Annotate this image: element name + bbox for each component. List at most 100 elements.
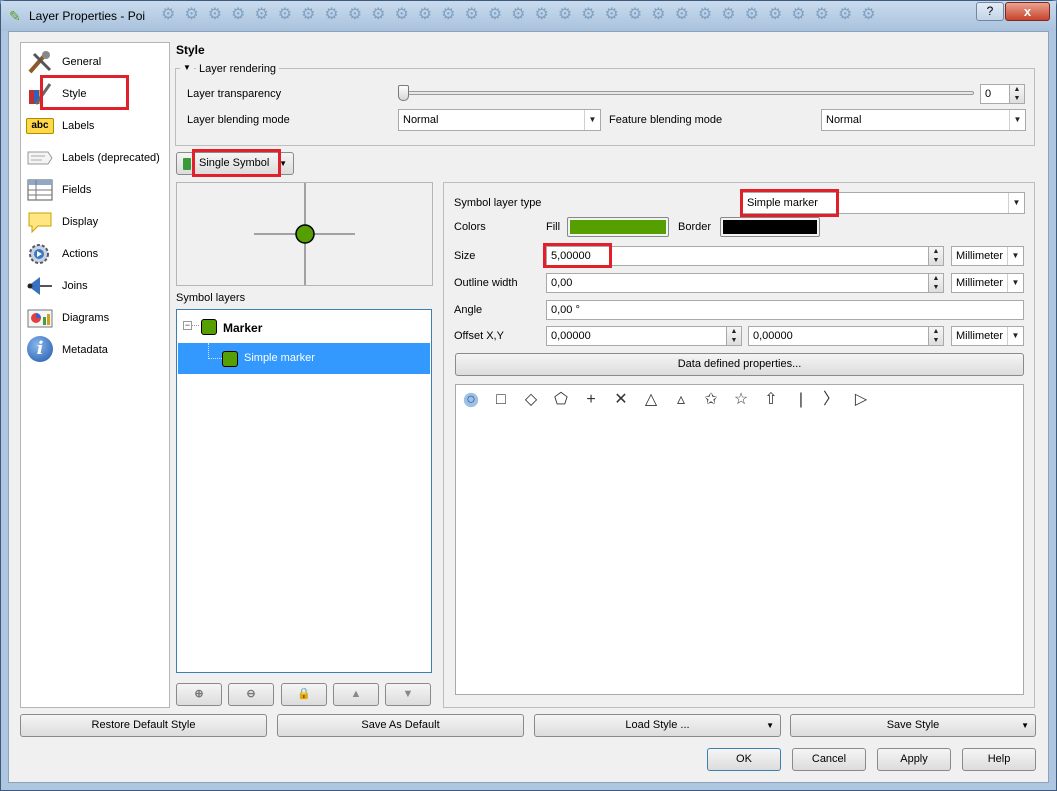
window-title: Layer Properties - Poi — [29, 9, 146, 23]
square-icon[interactable]: □ — [492, 391, 510, 409]
border-label: Border — [678, 221, 712, 233]
offset-unit-select[interactable]: Millimeter ▼ — [951, 326, 1024, 346]
simple-marker-icon — [222, 351, 238, 367]
symbol-preview — [176, 182, 433, 286]
ok-button[interactable]: OK — [707, 748, 781, 771]
outline-unit-value: Millimeter — [956, 277, 1004, 289]
transparency-input[interactable]: 0 — [980, 84, 1010, 104]
tree-connector — [191, 325, 199, 326]
sidebar-item-fields[interactable]: Fields — [21, 174, 169, 206]
line-icon[interactable]: | — [792, 391, 810, 409]
outline-width-input[interactable]: 0,00 — [546, 273, 929, 293]
chevron-down-icon: ▼ — [1009, 110, 1025, 130]
highlight-style-item — [40, 75, 129, 110]
triangle-icon[interactable]: △ — [642, 391, 660, 409]
arrow-icon[interactable]: ⇧ — [762, 391, 780, 409]
move-up-button[interactable]: ▲ — [333, 683, 379, 706]
diamond-icon[interactable]: ◇ — [522, 391, 540, 409]
collapse-triangle-icon[interactable]: ▼ — [180, 63, 194, 72]
title-help-button[interactable]: ? — [976, 2, 1004, 21]
data-defined-properties-button[interactable]: Data defined properties... — [455, 353, 1024, 376]
add-layer-button[interactable]: ⊕ — [176, 683, 222, 706]
save-style-button[interactable]: Save Style ▼ — [790, 714, 1036, 737]
x-icon[interactable]: ✕ — [612, 391, 630, 409]
sidebar-item-diagrams[interactable]: Diagrams — [21, 302, 169, 334]
pentagon-icon[interactable]: ⬠ — [552, 391, 570, 409]
sidebar-item-label: General — [62, 56, 102, 68]
regular-star-icon[interactable]: ☆ — [732, 391, 750, 409]
close-button[interactable]: x — [1005, 2, 1050, 21]
outline-unit-select[interactable]: Millimeter ▼ — [951, 273, 1024, 293]
chevron-down-icon: ▼ — [766, 721, 774, 730]
colors-label: Colors — [454, 221, 486, 233]
symbol-layers-tree[interactable]: − Marker Simple marker — [176, 309, 432, 673]
restore-default-style-button[interactable]: Restore Default Style — [20, 714, 267, 737]
table-icon — [27, 179, 53, 201]
cross-icon[interactable]: + — [582, 391, 600, 409]
circle-icon[interactable]: ○ — [462, 391, 480, 409]
highlight-size — [543, 243, 612, 268]
feature-blending-label: Feature blending mode — [609, 114, 723, 126]
remove-layer-button[interactable]: ⊖ — [228, 683, 274, 706]
size-unit-select[interactable]: Millimeter ▼ — [951, 246, 1024, 266]
star-icon[interactable]: ✩ — [702, 391, 720, 409]
angle-input[interactable]: 0,00 ° — [546, 300, 1024, 320]
transparency-slider-track[interactable] — [398, 91, 974, 95]
sidebar-item-display[interactable]: Display — [21, 206, 169, 238]
load-style-button[interactable]: Load Style ... ▼ — [534, 714, 781, 737]
offset-y-input[interactable]: 0,00000 — [748, 326, 929, 346]
size-unit-value: Millimeter — [956, 250, 1004, 262]
tree-item-marker[interactable]: Marker — [223, 321, 262, 335]
transparency-spinner[interactable]: ▲ ▼ — [1009, 84, 1025, 104]
outline-width-spinner[interactable]: ▲ ▼ — [928, 273, 944, 293]
layer-rendering-heading: Layer rendering — [196, 63, 280, 75]
help-button[interactable]: Help — [962, 748, 1036, 771]
filled-arrowhead-icon[interactable]: ▷ — [852, 391, 870, 409]
fill-color-button[interactable] — [567, 217, 669, 237]
symbol-layer-type-label: Symbol layer type — [454, 197, 542, 209]
sidebar-item-labels-deprecated[interactable]: Labels (deprecated) — [21, 142, 169, 174]
sidebar-item-general[interactable]: General — [21, 46, 169, 78]
join-icon — [27, 277, 52, 295]
equilateral-triangle-icon[interactable]: ▵ — [672, 391, 690, 409]
transparency-slider-handle[interactable] — [398, 85, 409, 101]
lock-layer-button[interactable]: 🔒 — [281, 683, 327, 706]
save-style-label: Save Style — [886, 719, 940, 731]
diagram-icon — [27, 309, 53, 328]
cancel-button[interactable]: Cancel — [792, 748, 866, 771]
sidebar-item-labels[interactable]: abc Labels — [21, 110, 169, 142]
sidebar-item-actions[interactable]: Actions — [21, 238, 169, 270]
marker-shape-list[interactable] — [455, 384, 1024, 695]
highlight-renderer — [192, 149, 281, 177]
save-as-default-button[interactable]: Save As Default — [277, 714, 524, 737]
offset-x-input[interactable]: 0,00000 — [546, 326, 727, 346]
sidebar-item-joins[interactable]: Joins — [21, 270, 169, 302]
qgis-app-icon: ✎ — [9, 8, 21, 24]
sidebar-item-metadata[interactable]: i Metadata — [21, 334, 169, 366]
offset-x-spinner[interactable]: ▲ ▼ — [726, 326, 742, 346]
sidebar-item-label: Metadata — [62, 344, 108, 356]
chevron-down-icon: ▼ — [1008, 193, 1024, 213]
background-toolbar: ⚙⚙⚙⚙⚙⚙⚙⚙⚙⚙⚙⚙⚙⚙⚙⚙⚙⚙⚙⚙⚙⚙⚙⚙⚙⚙⚙⚙⚙⚙⚙ — [161, 6, 885, 23]
page-title: Style — [176, 43, 205, 57]
marker-symbol-icon — [201, 319, 217, 335]
outline-width-label: Outline width — [454, 277, 518, 289]
border-color-button[interactable] — [720, 217, 820, 237]
gear-icon — [29, 244, 49, 264]
lock-icon: 🔒 — [297, 688, 311, 700]
feature-blending-select[interactable]: Normal ▼ — [821, 109, 1026, 131]
transparency-label: Layer transparency — [187, 88, 282, 100]
arrowhead-icon[interactable]: 〉 — [822, 391, 840, 409]
offset-unit-value: Millimeter — [956, 330, 1004, 342]
abc-label-icon: abc — [26, 118, 54, 134]
offset-y-spinner[interactable]: ▲ ▼ — [928, 326, 944, 346]
title-bar: ✎ Layer Properties - Poi ⚙⚙⚙⚙⚙⚙⚙⚙⚙⚙⚙⚙⚙⚙⚙… — [1, 1, 1056, 31]
apply-button[interactable]: Apply — [877, 748, 951, 771]
blending-mode-select[interactable]: Normal ▼ — [398, 109, 601, 131]
sidebar-item-label: Fields — [62, 184, 92, 196]
size-spinner[interactable]: ▲ ▼ — [928, 246, 944, 266]
move-down-button[interactable]: ▼ — [385, 683, 431, 706]
tree-connector — [208, 343, 222, 359]
chevron-down-icon: ▼ — [584, 110, 600, 130]
tree-item-simple-marker-row[interactable]: Simple marker — [178, 343, 430, 374]
